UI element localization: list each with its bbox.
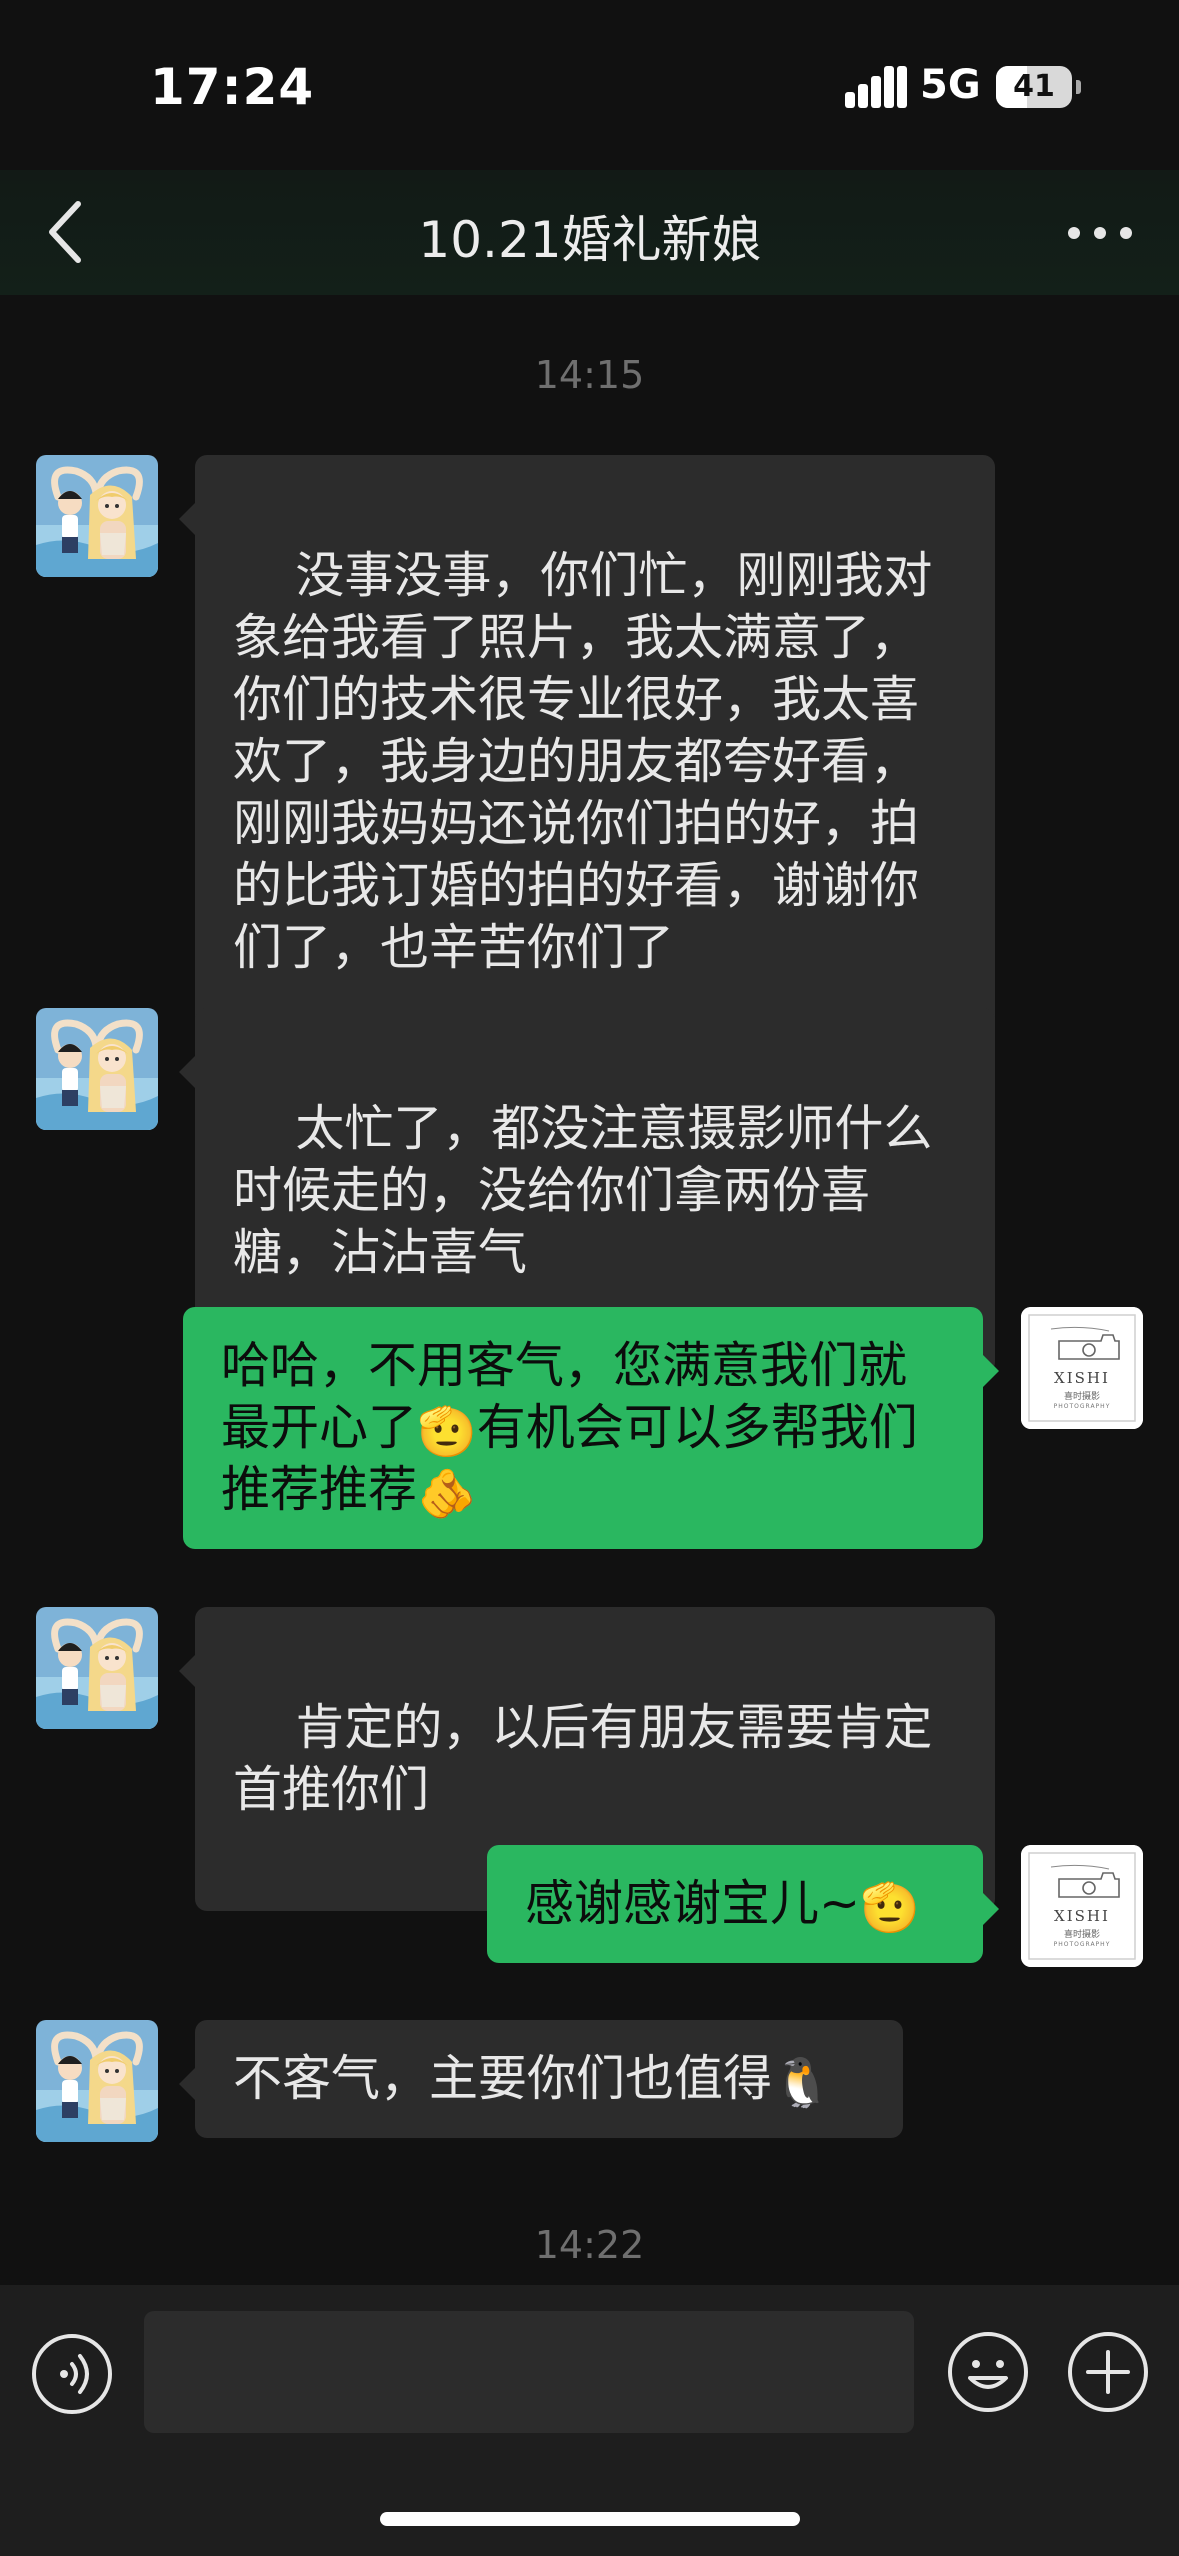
- plus-icon[interactable]: [1066, 2330, 1150, 2414]
- voice-icon[interactable]: [30, 2332, 114, 2416]
- message-text: 感谢感谢宝儿~: [525, 1875, 861, 1932]
- message-text: 肯定的，以后有朋友需要肯定首推你们: [233, 1699, 933, 1818]
- avatar-image: [36, 455, 158, 577]
- brand-logo-image: [1021, 1845, 1143, 1967]
- back-chevron-icon[interactable]: [36, 192, 96, 272]
- more-dots-icon[interactable]: [1060, 198, 1140, 268]
- battery-cap: [1076, 80, 1081, 94]
- salute-emoji: 🫡: [417, 1404, 477, 1460]
- brand-tagline: PHOTOGRAPHY: [1053, 1941, 1111, 1948]
- contact-avatar[interactable]: [36, 455, 158, 577]
- chat-area: 14:15 没事没事，你们忙，刚刚我对象给我看了照片，我太满意了，你们的技术很专…: [0, 295, 1179, 2285]
- network-type: 5G: [920, 62, 981, 108]
- penguin-emoji: 🐧: [772, 2055, 832, 2111]
- message-text: 太忙了，都没注意摄影师什么时候走的，没给你们拿两份喜糖，沾沾喜气: [233, 1100, 933, 1281]
- status-time: 17:24: [150, 58, 315, 116]
- avatar-image: [36, 1008, 158, 1130]
- message-text: 不客气，主要你们也值得: [233, 2050, 773, 2107]
- emoji-icon[interactable]: [946, 2330, 1030, 2414]
- battery-icon: 41: [996, 66, 1072, 108]
- brand-name: XISHI: [1054, 1369, 1110, 1387]
- brand-tagline: PHOTOGRAPHY: [1053, 1403, 1111, 1410]
- nav-bar: 10.21婚礼新娘: [0, 170, 1179, 295]
- message-bubble-received[interactable]: 不客气，主要你们也值得🐧: [179, 2020, 903, 2138]
- message-text: 没事没事，你们忙，刚刚我对象给我看了照片，我太满意了，你们的技术很专业很好，我太…: [233, 547, 933, 976]
- message-bubble-sent[interactable]: 哈哈，不用客气，您满意我们就最开心了🫡有机会可以多帮我们推荐推荐🫵: [183, 1307, 999, 1549]
- my-avatar[interactable]: XISHI 喜时摄影 PHOTOGRAPHY: [1021, 1845, 1143, 1967]
- signal-icon: [845, 66, 907, 108]
- brand-subtitle: 喜时摄影: [1063, 1392, 1100, 1402]
- brand-subtitle: 喜时摄影: [1063, 1930, 1100, 1940]
- message-timestamp: 14:15: [534, 353, 645, 397]
- message-bubble-sent[interactable]: 感谢感谢宝儿~🫡: [487, 1845, 999, 1963]
- salute-emoji: 🫡: [860, 1880, 920, 1936]
- chat-title: 10.21婚礼新娘: [418, 211, 762, 269]
- point-emoji: 🫵: [417, 1466, 477, 1522]
- battery-level: 41: [1013, 69, 1055, 104]
- status-bar: 17:24 5G 41: [0, 0, 1179, 170]
- avatar-image: [36, 1607, 158, 1729]
- avatar-image: [36, 2020, 158, 2142]
- contact-avatar[interactable]: [36, 1008, 158, 1130]
- message-bubble-received[interactable]: 没事没事，你们忙，刚刚我对象给我看了照片，我太满意了，你们的技术很专业很好，我太…: [179, 455, 995, 1069]
- brand-logo-image: [1021, 1307, 1143, 1429]
- message-input[interactable]: [144, 2311, 914, 2433]
- brand-name: XISHI: [1054, 1907, 1110, 1925]
- message-timestamp: 14:22: [534, 2223, 645, 2267]
- my-avatar[interactable]: XISHI 喜时摄影 PHOTOGRAPHY: [1021, 1307, 1143, 1429]
- contact-avatar[interactable]: [36, 1607, 158, 1729]
- contact-avatar[interactable]: [36, 2020, 158, 2142]
- home-indicator[interactable]: [380, 2512, 800, 2526]
